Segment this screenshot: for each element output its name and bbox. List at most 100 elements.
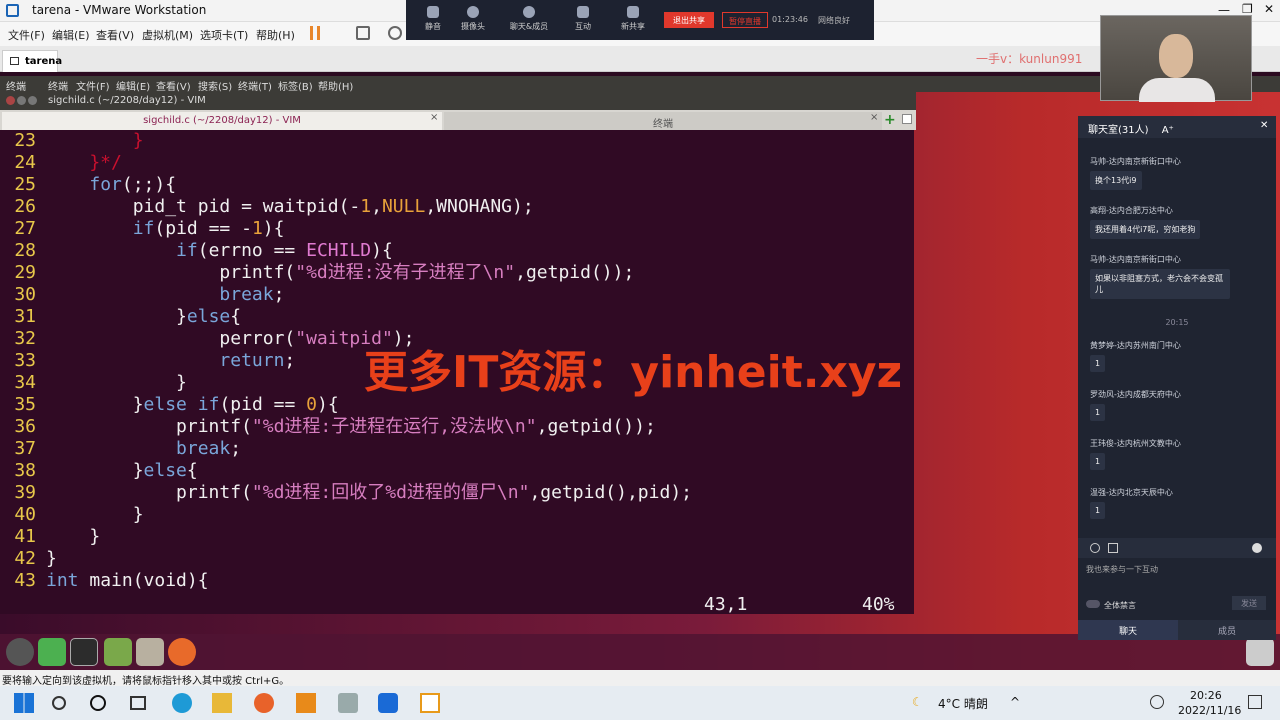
task-view-icon[interactable] bbox=[130, 696, 146, 710]
menu-search[interactable]: 搜索(S) bbox=[198, 78, 232, 93]
language-icon[interactable] bbox=[1150, 695, 1164, 709]
cortana-icon[interactable] bbox=[90, 695, 106, 711]
files-icon[interactable] bbox=[104, 638, 132, 666]
explorer-icon[interactable] bbox=[212, 693, 232, 713]
terminal-title: sigchild.c (~/2208/day12) - VIM bbox=[48, 95, 206, 106]
firefox-icon[interactable] bbox=[168, 638, 196, 666]
line-number: 41 bbox=[14, 526, 36, 547]
tab-vim[interactable]: sigchild.c (~/2208/day12) - VIM bbox=[2, 112, 442, 130]
chat-header: 聊天室(31人) A⁺ ✕ bbox=[1078, 116, 1276, 138]
tab-terminal-label: 终端 bbox=[653, 119, 673, 130]
sublime-icon[interactable] bbox=[296, 693, 316, 713]
tab-members[interactable]: 成员 bbox=[1178, 624, 1276, 637]
tab-terminal[interactable]: 终端 bbox=[444, 112, 882, 130]
tab-menu-icon[interactable] bbox=[902, 114, 912, 124]
code-line: 29 printf("%d进程:没有子进程了\n",getpid()); bbox=[0, 262, 914, 284]
clock-date[interactable]: 2022/11/16 bbox=[1178, 704, 1241, 717]
vim-status-line: 43,1 40% bbox=[0, 594, 914, 616]
start-icon[interactable] bbox=[14, 693, 34, 713]
new-share-button[interactable]: 新共享 bbox=[608, 4, 658, 32]
trash-icon[interactable] bbox=[1246, 638, 1274, 666]
line-number: 34 bbox=[14, 372, 36, 393]
menu-help[interactable]: 帮助(H) bbox=[256, 27, 295, 43]
window-controls[interactable] bbox=[6, 96, 39, 108]
camera-button[interactable]: 摄像头 bbox=[448, 4, 498, 32]
tab-tarena[interactable]: tarena bbox=[2, 50, 62, 72]
mute-all-toggle[interactable] bbox=[1086, 600, 1100, 608]
chat-input[interactable]: 我也来参与一下互动 bbox=[1086, 564, 1158, 575]
image-icon[interactable] bbox=[1108, 543, 1118, 553]
chat-sender: 黄梦婷-达内苏州南门中心 bbox=[1090, 341, 1181, 350]
firefox-icon[interactable] bbox=[254, 693, 274, 713]
mute-label: 静音 bbox=[425, 22, 441, 31]
menu-tabs[interactable]: 选项卡(T) bbox=[200, 27, 248, 43]
edge-icon[interactable] bbox=[172, 693, 192, 713]
menu-terminal-app[interactable]: 终端 bbox=[48, 78, 68, 93]
menu-vm[interactable]: 虚拟机(M) bbox=[142, 27, 193, 43]
line-number: 39 bbox=[14, 482, 36, 503]
search-icon[interactable] bbox=[52, 696, 66, 710]
clock-time[interactable]: 20:26 bbox=[1190, 689, 1222, 702]
chat-sender: 温强-达内北京天辰中心 bbox=[1090, 488, 1173, 497]
menu-help[interactable]: 帮助(H) bbox=[318, 78, 353, 93]
tab-vim-label: sigchild.c (~/2208/day12) - VIM bbox=[143, 115, 301, 126]
line-number: 32 bbox=[14, 328, 36, 349]
chat-message: 黄梦婷-达内苏州南门中心 1 bbox=[1090, 340, 1266, 372]
menu-tabs[interactable]: 标签(B) bbox=[278, 78, 313, 93]
code-line: 42} bbox=[0, 548, 914, 570]
app-menu[interactable]: 终端 bbox=[6, 78, 26, 93]
line-number: 27 bbox=[14, 218, 36, 239]
pause-live-button[interactable]: 暂停直播 bbox=[722, 12, 768, 28]
close-tab-icon[interactable]: × bbox=[430, 112, 438, 123]
maximize-icon[interactable]: ❐ bbox=[1242, 2, 1253, 16]
chat-sender: 罗劲风-达内成都天府中心 bbox=[1090, 390, 1181, 399]
send-keys-icon[interactable] bbox=[356, 26, 370, 40]
exit-share-button[interactable]: 退出共享 bbox=[664, 12, 714, 28]
send-button[interactable]: 发送 bbox=[1232, 596, 1266, 610]
menu-edit[interactable]: 编辑(E) bbox=[52, 27, 90, 43]
close-icon[interactable]: ✕ bbox=[1260, 120, 1268, 131]
new-tab-icon[interactable]: + bbox=[884, 112, 896, 128]
code-line: 25 for(;;){ bbox=[0, 174, 914, 196]
app-p-icon[interactable] bbox=[378, 693, 398, 713]
line-number: 40 bbox=[14, 504, 36, 525]
menu-view[interactable]: 查看(V) bbox=[156, 78, 191, 93]
menu-terminal[interactable]: 终端(T) bbox=[238, 78, 272, 93]
line-number: 33 bbox=[14, 350, 36, 371]
tray-chevron-icon[interactable]: ^ bbox=[1010, 695, 1020, 709]
menu-file[interactable]: 文件(F) bbox=[8, 27, 45, 43]
font-size-button[interactable]: A⁺ bbox=[1162, 125, 1174, 136]
snapshot-icon[interactable] bbox=[388, 26, 402, 40]
notifications-icon[interactable] bbox=[1248, 695, 1262, 709]
mute-all-label: 全体禁言 bbox=[1104, 601, 1136, 610]
close-icon[interactable]: ✕ bbox=[1264, 2, 1274, 16]
chat-sender: 高翔-达内合肥万达中心 bbox=[1090, 206, 1173, 215]
emoji-icon[interactable] bbox=[1090, 543, 1100, 553]
menu-file[interactable]: 文件(F) bbox=[76, 78, 110, 93]
more-icon[interactable] bbox=[1252, 543, 1262, 553]
presenter-face bbox=[1159, 34, 1193, 78]
chat-members-button[interactable]: 聊天&成员 bbox=[504, 4, 554, 32]
watermark-overlay: 更多IT资源：yinheit.xyz bbox=[364, 347, 903, 398]
weather-text[interactable]: 4°C 晴朗 bbox=[938, 695, 988, 712]
close-tab-icon[interactable]: × bbox=[870, 112, 878, 123]
code-line: 37 break; bbox=[0, 438, 914, 460]
vmware-icon[interactable] bbox=[420, 693, 440, 713]
chat-bubble: 如果以非阻塞方式，老六会不会变孤儿 bbox=[1090, 269, 1230, 299]
code-line: 40 } bbox=[0, 504, 914, 526]
chat-sender: 马帅-达内南京新街口中心 bbox=[1090, 255, 1181, 264]
terminal-icon[interactable] bbox=[70, 638, 98, 666]
pause-icon[interactable] bbox=[310, 26, 320, 40]
paint-icon[interactable] bbox=[338, 693, 358, 713]
interact-button[interactable]: 互动 bbox=[558, 4, 608, 32]
chat-panel: 聊天室(31人) A⁺ ✕ 马帅-达内南京新街口中心 换个13代i9 高翔-达内合肥… bbox=[1078, 116, 1276, 640]
menu-view[interactable]: 查看(V) bbox=[96, 27, 134, 43]
text-editor-icon[interactable] bbox=[136, 638, 164, 666]
chat-bubble: 1 bbox=[1090, 404, 1106, 421]
menu-edit[interactable]: 编辑(E) bbox=[116, 78, 150, 93]
qt-creator-icon[interactable] bbox=[38, 638, 66, 666]
tab-chat[interactable]: 聊天 bbox=[1078, 620, 1178, 640]
tab-label: tarena bbox=[25, 56, 63, 67]
line-number: 42 bbox=[14, 548, 36, 569]
activities-icon[interactable] bbox=[6, 638, 34, 666]
